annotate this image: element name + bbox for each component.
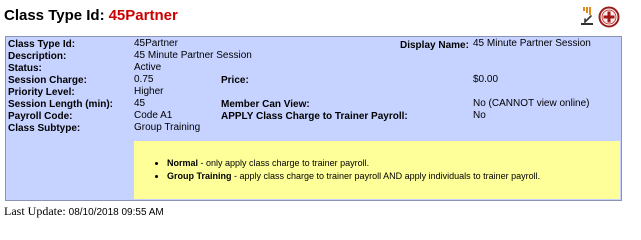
- session-length-value: 45: [134, 98, 146, 109]
- apply-class-charge-value: No: [473, 110, 486, 121]
- last-update: Last Update: 08/10/2018 09:55 AM: [4, 204, 164, 219]
- list-item-term: Normal: [167, 158, 199, 168]
- display-name-label: Display Name:: [400, 40, 469, 51]
- sort-icon[interactable]: [578, 6, 596, 28]
- priority-level-value: Higher: [134, 86, 164, 97]
- session-charge-label: Session Charge:: [8, 75, 87, 86]
- subtype-help-note: Normal - only apply class charge to trai…: [134, 141, 620, 199]
- class-details-panel: Class Type Id: Description: Status: Sess…: [5, 36, 622, 201]
- list-item-term: Group Training: [167, 171, 232, 181]
- class-type-id-value: 45Partner: [134, 38, 178, 49]
- description-value: 45 Minute Partner Session: [134, 50, 252, 61]
- apply-class-charge-label: APPLY Class Charge to Trainer Payroll:: [221, 111, 408, 122]
- member-can-view-value: No (CANNOT view online): [473, 98, 590, 109]
- list-item-text: - apply class charge to trainer payroll …: [231, 171, 541, 181]
- status-value: Active: [134, 62, 162, 73]
- member-can-view-label: Member Can View:: [221, 99, 310, 110]
- list-item: Normal - only apply class charge to trai…: [167, 157, 540, 170]
- subtype-help-list: Normal - only apply class charge to trai…: [134, 157, 540, 183]
- payroll-code-value: Code A1: [134, 110, 173, 121]
- display-name-value: 45 Minute Partner Session: [473, 38, 591, 49]
- last-update-timestamp: 08/10/2018 09:55 AM: [68, 207, 164, 218]
- add-circle-icon[interactable]: [598, 6, 620, 28]
- price-label: Price:: [221, 75, 249, 86]
- class-subtype-label: Class Subtype:: [8, 123, 81, 134]
- last-update-label: Last Update:: [4, 204, 66, 218]
- page-title: Class Type Id: 45Partner: [4, 7, 178, 24]
- description-label: Description:: [8, 51, 67, 62]
- page-title-label: Class Type Id:: [4, 7, 105, 24]
- class-subtype-value: Group Training: [134, 122, 201, 133]
- status-label: Status:: [8, 63, 42, 74]
- priority-level-label: Priority Level:: [8, 87, 75, 98]
- list-item-text: - only apply class charge to trainer pay…: [198, 158, 370, 168]
- class-type-id-label: Class Type Id:: [8, 39, 76, 50]
- page-title-value: 45Partner: [108, 7, 178, 24]
- list-item: Group Training - apply class charge to t…: [167, 170, 540, 183]
- session-charge-value: 0.75: [134, 74, 154, 85]
- session-length-label: Session Length (min):: [8, 99, 113, 110]
- payroll-code-label: Payroll Code:: [8, 111, 73, 122]
- price-value: $0.00: [473, 74, 499, 85]
